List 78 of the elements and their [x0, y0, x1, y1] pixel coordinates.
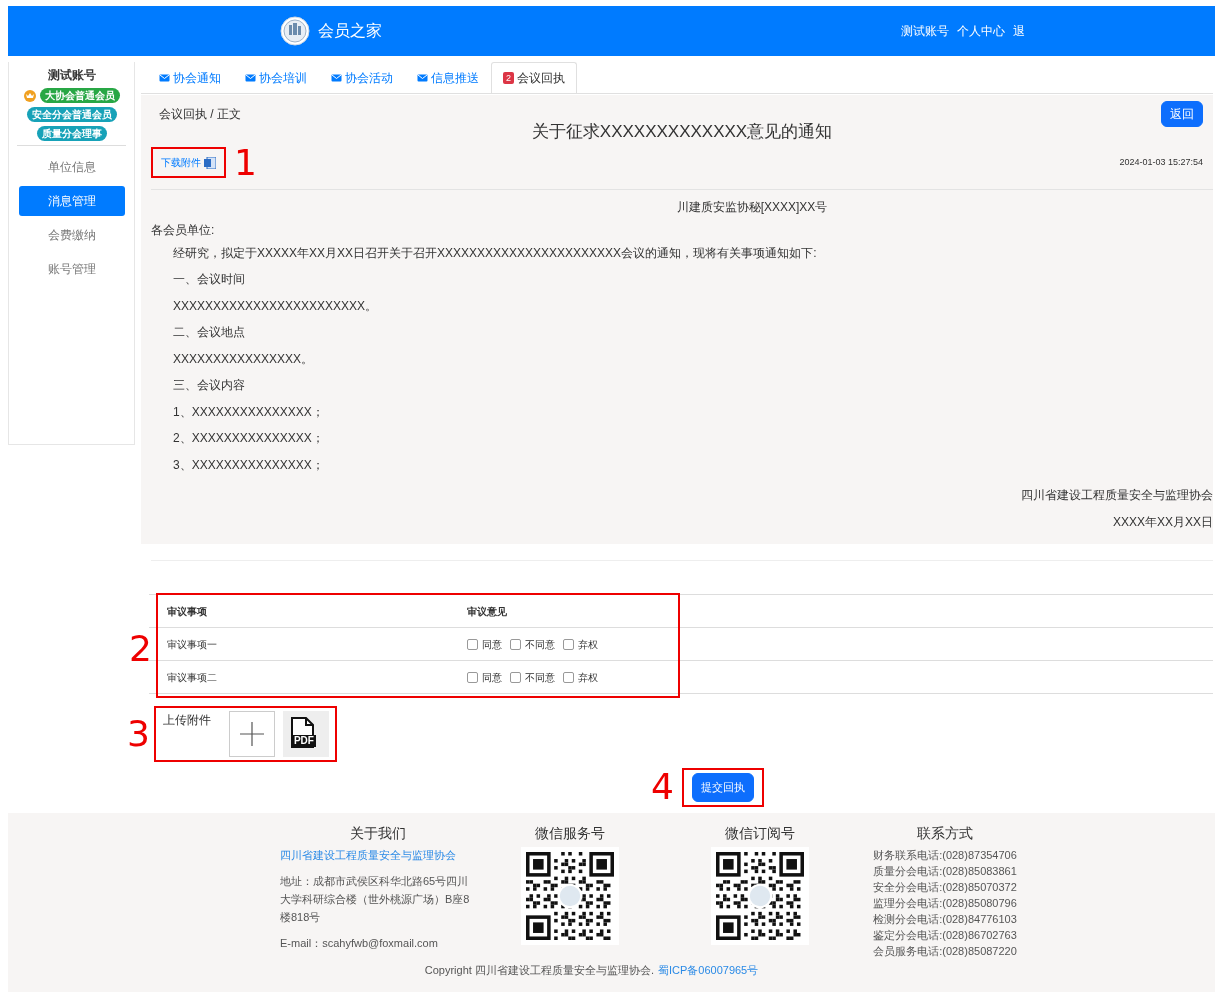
callout-number: 4 [651, 769, 674, 806]
callout-number: 2 [129, 631, 152, 667]
member-badge: 大协会普通会员 [39, 88, 120, 103]
site-title: 会员之家 [318, 21, 382, 41]
pdf-file-thumbnail[interactable]: PDF [282, 711, 329, 757]
copyright-text: Copyright 四川省建设工程质量安全与监理协会. [424, 963, 654, 979]
paragraph-text: 一、会议时间 [172, 271, 246, 288]
plus-icon [239, 722, 264, 746]
footer-heading: 联系方式 [917, 824, 973, 842]
tab[interactable]: 协会通知 [147, 62, 233, 93]
back-button[interactable]: 返回 [1161, 101, 1203, 127]
sidebar-item[interactable]: 消息管理 [18, 186, 125, 216]
paragraph-text: 3、XXXXXXXXXXXXXXX； [172, 456, 325, 474]
paragraph-text: XXXXXXXXXXXXXXXX。 [172, 350, 315, 368]
sidebar-item[interactable]: 账号管理 [18, 254, 125, 284]
checkbox-option[interactable]: 弃权 [563, 636, 598, 652]
phone-text: 会员服务电话:(028)85087220 [873, 944, 1017, 960]
callout-number: 1 [234, 144, 257, 181]
tab[interactable]: 协会活动 [319, 62, 405, 93]
notice-title: 关于征求XXXXXXXXXXXXX意见的通知 [530, 121, 834, 143]
table-cell-text: 审议事项一 [166, 637, 218, 652]
paragraph-text: XXXXXXXXXXXXXXXXXXXXXXXX。 [172, 297, 379, 315]
mail-icon [159, 73, 170, 83]
date-text: 2024-01-03 15:27:54 [1119, 155, 1203, 169]
tab[interactable]: 2 会议回执 [491, 62, 577, 93]
paragraph-text: 2、XXXXXXXXXXXXXXX； [172, 430, 325, 447]
table-cell-text: 审议事项二 [166, 670, 218, 685]
mail-icon [331, 73, 342, 83]
sidebar-item[interactable]: 会费缴纳 [18, 220, 125, 250]
signature-date: XXXX年XX月XX日 [1111, 514, 1213, 531]
checkbox-option[interactable]: 弃权 [563, 669, 598, 685]
logo-icon [280, 16, 310, 46]
salutation-text: 各会员单位: [151, 221, 216, 239]
sidebar-item[interactable]: 单位信息 [18, 152, 125, 182]
footer-heading: 关于我们 [348, 824, 407, 842]
footer-heading: 微信订阅号 [725, 824, 795, 842]
icp-link[interactable]: 蜀ICP备06007965号 [657, 961, 759, 980]
phone-text: 财务联系电话:(028)87354706 [873, 848, 1017, 864]
checkbox-option[interactable]: 不同意 [510, 669, 555, 685]
document-icon [204, 156, 216, 169]
column-header: 审议事项 [166, 604, 208, 619]
header-link[interactable]: 个人中心 [957, 22, 1005, 40]
tab[interactable]: 协会培训 [233, 62, 319, 93]
account-name: 测试账号 [47, 67, 96, 84]
callout-number: 3 [127, 716, 150, 752]
count-badge: 2 [503, 72, 514, 84]
footer-heading: 微信服务号 [535, 824, 605, 842]
header-link[interactable]: 测试账号 [901, 22, 949, 40]
add-file-button[interactable] [228, 711, 275, 757]
checkbox-option[interactable]: 同意 [467, 669, 502, 685]
phone-text: 质量分会电话:(028)85083861 [873, 864, 1017, 880]
document-number: 川建质安监协秘[XXXX]XX号 [675, 198, 829, 216]
footer-link[interactable]: 四川省建设工程质量安全与监理协会 [280, 847, 475, 864]
checkbox-option[interactable]: 不同意 [510, 636, 555, 652]
member-badge: 质量分会理事 [36, 126, 107, 141]
column-header: 审议意见 [467, 604, 507, 619]
member-badge: 安全分会普通会员 [26, 107, 117, 122]
paragraph-text: 经研究，拟定于XXXXX年XX月XX日召开关于召开XXXXXXXXXXXXXXXXXXXXXXX会议的通知，现将有关事项通知如下: [172, 244, 818, 262]
paragraph-text: 三、会议内容 [172, 377, 246, 394]
submit-button[interactable]: 提交回执 [691, 773, 754, 802]
tab[interactable]: 信息推送 [405, 62, 491, 93]
mail-icon [245, 73, 256, 83]
breadcrumb-text: 会议回执 / 正文 [158, 106, 241, 123]
pdf-label: PDF [291, 735, 316, 747]
mail-icon [417, 73, 428, 83]
phone-text: 鉴定分会电话:(028)86702763 [873, 928, 1017, 944]
email-text: E-mail：scahyfwb@foxmail.com [280, 935, 439, 951]
phone-text: 监理分会电话:(028)85080796 [873, 896, 1017, 912]
signature-text: 四川省建设工程质量安全与监理协会 [1020, 487, 1213, 504]
checkbox-option[interactable]: 同意 [467, 636, 502, 652]
phone-text: 检测分会电话:(028)84776103 [873, 912, 1017, 928]
header-link[interactable]: 退 [1013, 22, 1025, 40]
paragraph-text: 二、会议地点 [172, 324, 246, 341]
upload-label: 上传附件 [162, 712, 212, 729]
address-text: 地址：成都市武侯区科华北路65号四川大学科研综合楼（世外桃源广场）B座8楼818号 [280, 873, 471, 925]
phone-text: 安全分会电话:(028)85070372 [873, 880, 1017, 896]
download-link[interactable]: 下载附件 [153, 149, 224, 176]
paragraph-text: 1、XXXXXXXXXXXXXXX； [172, 403, 325, 421]
